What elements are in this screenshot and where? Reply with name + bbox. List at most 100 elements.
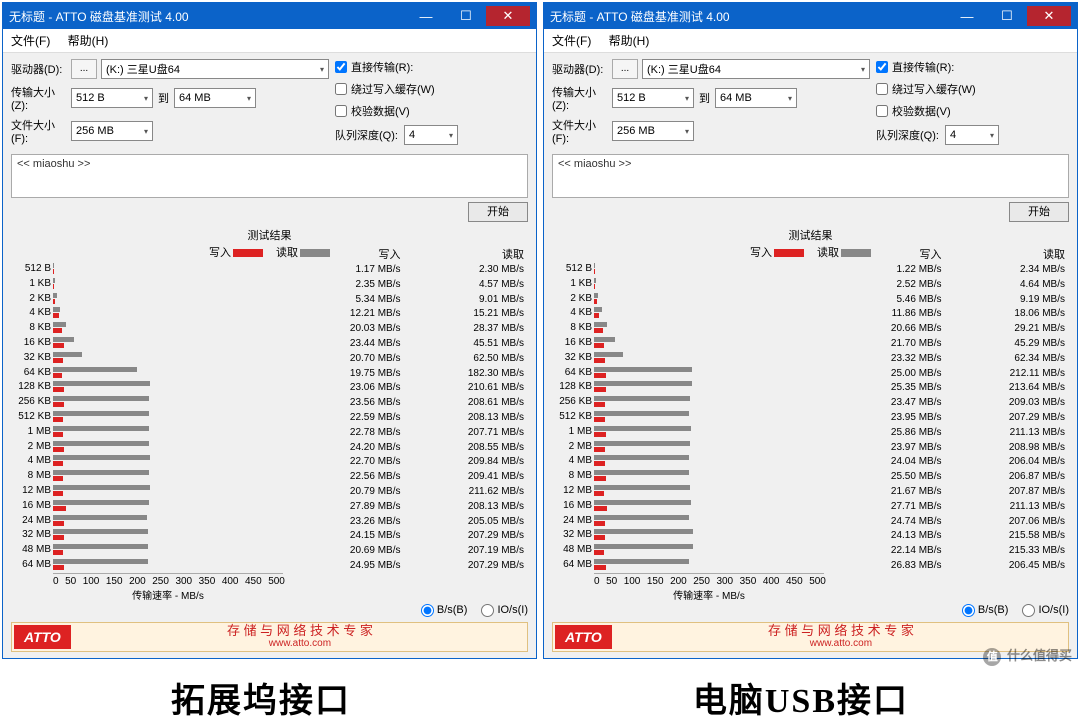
- bar-write: [594, 328, 603, 333]
- value-row: 22.70 MB/s209.84 MB/s: [283, 455, 530, 470]
- bar-row: [53, 292, 283, 307]
- bar-write: [53, 417, 63, 422]
- value-row: 24.04 MB/s206.04 MB/s: [824, 455, 1071, 470]
- legend-write-icon: [233, 249, 263, 257]
- y-tick: 24 MB: [9, 514, 51, 529]
- value-row: 24.95 MB/s207.29 MB/s: [283, 559, 530, 574]
- bar-row: [594, 262, 824, 277]
- bar-row: [53, 262, 283, 277]
- bar-row: [594, 351, 824, 366]
- unit-bps-radio[interactable]: B/s(B): [962, 604, 1009, 617]
- value-row: 27.89 MB/s208.13 MB/s: [283, 500, 530, 515]
- verify-checkbox[interactable]: [335, 105, 347, 117]
- bar-row: [594, 528, 824, 543]
- drive-browse-button[interactable]: ...: [612, 59, 638, 79]
- drive-browse-button[interactable]: ...: [71, 59, 97, 79]
- overlapped-checkbox[interactable]: [876, 83, 888, 95]
- close-button[interactable]: ✕: [1027, 6, 1071, 26]
- bar-row: [53, 440, 283, 455]
- bar-row: [53, 336, 283, 351]
- bar-row: [53, 410, 283, 425]
- bar-write: [53, 491, 63, 496]
- bar-write: [53, 476, 63, 481]
- bar-read: [594, 470, 689, 475]
- label-drive: 驱动器(D):: [11, 61, 71, 77]
- titlebar[interactable]: 无标题 - ATTO 磁盘基准测试 4.00 — ☐ ✕: [3, 3, 536, 29]
- bar-read: [53, 263, 54, 268]
- value-row: 20.70 MB/s62.50 MB/s: [283, 352, 530, 367]
- label-directio: 直接传输(R):: [892, 59, 954, 75]
- maximize-button[interactable]: ☐: [987, 6, 1027, 26]
- minimize-button[interactable]: —: [947, 6, 987, 26]
- qdepth-select[interactable]: 4▾: [945, 125, 999, 145]
- xfer-max-select[interactable]: 64 MB▾: [715, 88, 797, 108]
- value-row: 1.17 MB/s2.30 MB/s: [283, 263, 530, 278]
- xfer-min-select[interactable]: 512 B▾: [71, 88, 153, 108]
- description-box[interactable]: << miaoshu >>: [552, 154, 1069, 198]
- overlapped-checkbox[interactable]: [335, 83, 347, 95]
- value-row: 1.22 MB/s2.34 MB/s: [824, 263, 1071, 278]
- bar-write: [594, 461, 605, 466]
- menu-file[interactable]: 文件(F): [552, 34, 591, 48]
- y-tick: 16 KB: [550, 336, 592, 351]
- qdepth-select[interactable]: 4▾: [404, 125, 458, 145]
- value-row: 2.52 MB/s4.64 MB/s: [824, 278, 1071, 293]
- y-tick: 4 MB: [9, 454, 51, 469]
- value-row: 24.74 MB/s207.06 MB/s: [824, 515, 1071, 530]
- maximize-button[interactable]: ☐: [446, 6, 486, 26]
- menu-help[interactable]: 帮助(H): [609, 34, 650, 48]
- bar-write: [53, 328, 62, 333]
- bar-read: [594, 411, 689, 416]
- y-tick: 64 KB: [550, 366, 592, 381]
- value-row: 21.67 MB/s207.87 MB/s: [824, 485, 1071, 500]
- bar-write: [53, 313, 59, 318]
- drive-select[interactable]: (K:) 三星U盘64▾: [642, 59, 870, 79]
- description-box[interactable]: << miaoshu >>: [11, 154, 528, 198]
- value-row: 25.86 MB/s211.13 MB/s: [824, 426, 1071, 441]
- y-tick: 1 MB: [9, 425, 51, 440]
- xfer-max-select[interactable]: 64 MB▾: [174, 88, 256, 108]
- y-tick: 2 MB: [550, 440, 592, 455]
- verify-checkbox[interactable]: [876, 105, 888, 117]
- bar-row: [594, 499, 824, 514]
- bar-row: [594, 336, 824, 351]
- watermark-icon: 值: [983, 648, 1001, 666]
- xfer-min-select[interactable]: 512 B▾: [612, 88, 694, 108]
- bar-read: [594, 396, 690, 401]
- bar-read: [53, 278, 55, 283]
- bar-row: [53, 484, 283, 499]
- x-axis: 050100150200250300350400450500: [594, 576, 826, 587]
- y-tick: 48 MB: [550, 543, 592, 558]
- bar-read: [594, 515, 689, 520]
- caption-left: 拓展坞接口: [171, 673, 351, 722]
- start-button[interactable]: 开始: [468, 202, 528, 222]
- bar-write: [594, 535, 605, 540]
- unit-ios-radio[interactable]: IO/s(I): [1022, 604, 1069, 617]
- titlebar[interactable]: 无标题 - ATTO 磁盘基准测试 4.00 — ☐ ✕: [544, 3, 1077, 29]
- direct-io-checkbox[interactable]: [876, 61, 888, 73]
- unit-ios-radio[interactable]: IO/s(I): [481, 604, 528, 617]
- filesize-select[interactable]: 256 MB▾: [71, 121, 153, 141]
- minimize-button[interactable]: —: [406, 6, 446, 26]
- close-button[interactable]: ✕: [486, 6, 530, 26]
- bar-read: [594, 455, 689, 460]
- footer-banner: ATTO 存 储 与 网 络 技 术 专 家 www.atto.com: [11, 622, 528, 652]
- menu-help[interactable]: 帮助(H): [68, 34, 109, 48]
- menu-file[interactable]: 文件(F): [11, 34, 50, 48]
- bar-read: [53, 455, 150, 460]
- title-text: 无标题 - ATTO 磁盘基准测试 4.00: [550, 8, 730, 25]
- value-row: 26.83 MB/s206.45 MB/s: [824, 559, 1071, 574]
- drive-select[interactable]: (K:) 三星U盘64▾: [101, 59, 329, 79]
- value-row: 19.75 MB/s182.30 MB/s: [283, 367, 530, 382]
- unit-bps-radio[interactable]: B/s(B): [421, 604, 468, 617]
- bar-read: [594, 381, 692, 386]
- filesize-select[interactable]: 256 MB▾: [612, 121, 694, 141]
- label-xfer: 传输大小(Z):: [552, 84, 612, 112]
- y-tick: 4 MB: [550, 454, 592, 469]
- y-tick: 64 MB: [9, 558, 51, 573]
- bar-read: [594, 278, 596, 283]
- bar-write: [594, 565, 606, 570]
- start-button[interactable]: 开始: [1009, 202, 1069, 222]
- bar-read: [594, 441, 690, 446]
- direct-io-checkbox[interactable]: [335, 61, 347, 73]
